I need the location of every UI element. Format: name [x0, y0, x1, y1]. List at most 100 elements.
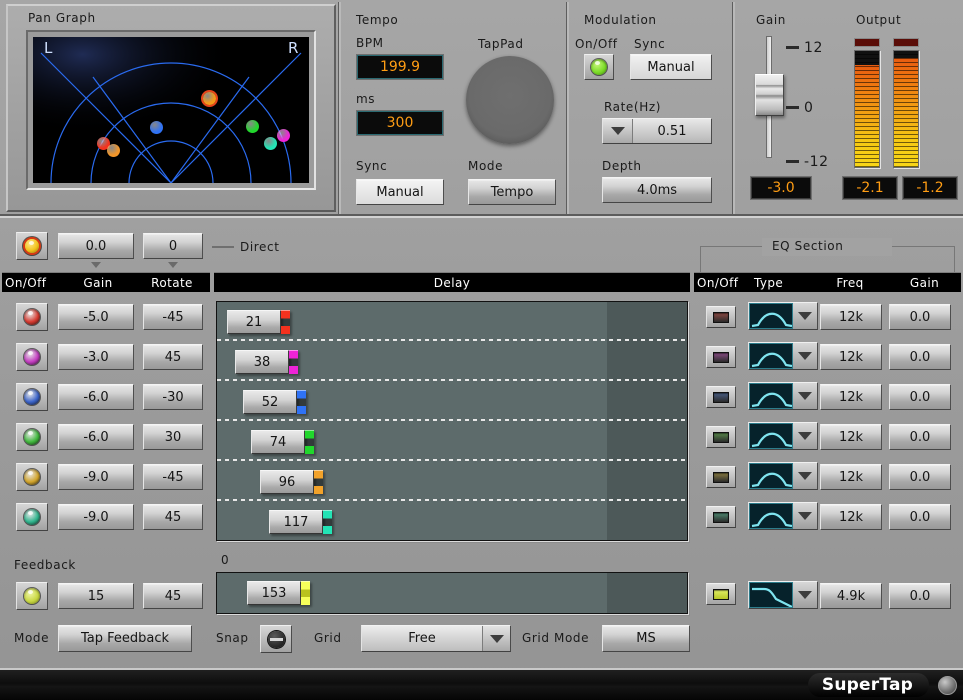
tap-5-eq-freq[interactable]: 12k: [820, 464, 882, 490]
tap-4-eq-freq[interactable]: 12k: [820, 424, 882, 450]
tap-1-onoff-button[interactable]: [16, 303, 48, 331]
feedback-eq-gain[interactable]: 0.0: [889, 583, 951, 609]
tap-6-eq-onoff[interactable]: [706, 506, 736, 528]
grid-dropdown[interactable]: Free: [361, 625, 511, 652]
pan-graph-display[interactable]: L R: [33, 37, 309, 183]
tap-2-eq-freq[interactable]: 12k: [820, 344, 882, 370]
tap-5-eq-dropdown-arrow[interactable]: [793, 463, 817, 489]
tap-3-eq-dropdown-arrow[interactable]: [793, 383, 817, 409]
delay-tap-1[interactable]: 21: [227, 310, 290, 334]
snap-button[interactable]: [260, 625, 292, 653]
gain-fader-handle[interactable]: [755, 74, 784, 116]
tap-1-eq-freq[interactable]: 12k: [820, 304, 882, 330]
pan-dot-tap-4[interactable]: [246, 120, 259, 133]
modulation-sync-button[interactable]: Manual: [630, 54, 712, 80]
tap-1-rotate[interactable]: -45: [143, 304, 203, 330]
feedback-tap[interactable]: 153: [247, 581, 310, 605]
tap-3-gain[interactable]: -6.0: [58, 384, 134, 410]
tap-2-onoff-button[interactable]: [16, 343, 48, 371]
tap-6-gain[interactable]: -9.0: [58, 504, 134, 530]
grid-value[interactable]: Free: [362, 626, 482, 651]
delay-tap-6[interactable]: 117: [269, 510, 332, 534]
modulation-rate-dropdown-arrow[interactable]: [603, 119, 633, 143]
tap-6-eq-type[interactable]: [748, 502, 818, 530]
tap-3-onoff-button[interactable]: [16, 383, 48, 411]
gain-value[interactable]: -3.0: [750, 176, 812, 200]
tappad-knob[interactable]: [466, 56, 554, 144]
pan-dot-tap-3[interactable]: [150, 121, 163, 134]
tap-1-eq-onoff[interactable]: [706, 306, 736, 328]
delay-tap-2-value[interactable]: 38: [235, 350, 289, 374]
tap-3-eq-gain[interactable]: 0.0: [889, 384, 951, 410]
feedback-tap-value[interactable]: 153: [247, 581, 301, 605]
direct-rotate-value[interactable]: 0: [143, 233, 203, 259]
tap-4-gain[interactable]: -6.0: [58, 424, 134, 450]
pan-dot-direct[interactable]: [203, 92, 216, 105]
tap-2-eq-onoff[interactable]: [706, 346, 736, 368]
feedback-onoff-button[interactable]: [16, 582, 48, 610]
tap-6-onoff-button[interactable]: [16, 503, 48, 531]
feedback-eq-dropdown-arrow[interactable]: [793, 582, 817, 608]
feedback-lane[interactable]: 153: [216, 572, 688, 614]
direct-gain-value[interactable]: 0.0: [58, 233, 134, 259]
delay-tap-6-value[interactable]: 117: [269, 510, 323, 534]
output-left-value[interactable]: -2.1: [842, 176, 898, 200]
modulation-depth-value[interactable]: 4.0ms: [602, 177, 712, 203]
bpm-value[interactable]: 199.9: [356, 54, 444, 80]
feedback-mode-button[interactable]: Tap Feedback: [58, 625, 192, 652]
feedback-rotate-value[interactable]: 45: [143, 583, 203, 609]
tap-3-eq-type[interactable]: [748, 382, 818, 410]
direct-onoff-button[interactable]: [16, 232, 48, 260]
feedback-gain-value[interactable]: 15: [58, 583, 134, 609]
delay-tap-5[interactable]: 96: [260, 470, 323, 494]
modulation-onoff-button[interactable]: [584, 54, 614, 80]
tap-2-eq-gain[interactable]: 0.0: [889, 344, 951, 370]
delay-tap-4-value[interactable]: 74: [251, 430, 305, 454]
tap-6-eq-gain[interactable]: 0.0: [889, 504, 951, 530]
tap-4-eq-type[interactable]: [748, 422, 818, 450]
tap-5-gain[interactable]: -9.0: [58, 464, 134, 490]
pan-dot-tap-5[interactable]: [107, 144, 120, 157]
delay-lane[interactable]: 21 38 52 74 96 117: [216, 301, 688, 541]
feedback-eq-type[interactable]: [748, 581, 818, 609]
gridmode-button[interactable]: MS: [602, 625, 690, 652]
tap-4-onoff-button[interactable]: [16, 423, 48, 451]
tempo-sync-button[interactable]: Manual: [356, 179, 444, 205]
tap-6-rotate[interactable]: 45: [143, 504, 203, 530]
ms-value[interactable]: 300: [356, 110, 444, 136]
delay-tap-5-value[interactable]: 96: [260, 470, 314, 494]
pan-dot-tap-6[interactable]: [264, 137, 277, 150]
tap-1-eq-type[interactable]: [748, 302, 818, 330]
tap-6-eq-freq[interactable]: 12k: [820, 504, 882, 530]
feedback-eq-freq[interactable]: 4.9k: [820, 583, 882, 609]
tap-5-onoff-button[interactable]: [16, 463, 48, 491]
delay-tap-2[interactable]: 38: [235, 350, 298, 374]
tap-1-eq-gain[interactable]: 0.0: [889, 304, 951, 330]
output-right-value[interactable]: -1.2: [902, 176, 958, 200]
feedback-eq-onoff[interactable]: [706, 583, 736, 605]
tap-3-eq-onoff[interactable]: [706, 386, 736, 408]
tap-4-eq-dropdown-arrow[interactable]: [793, 423, 817, 449]
modulation-rate-control[interactable]: 0.51: [602, 118, 712, 144]
tap-4-eq-onoff[interactable]: [706, 426, 736, 448]
tap-4-rotate[interactable]: 30: [143, 424, 203, 450]
tempo-mode-button[interactable]: Tempo: [468, 179, 556, 205]
tap-2-gain[interactable]: -3.0: [58, 344, 134, 370]
tap-5-eq-onoff[interactable]: [706, 466, 736, 488]
tap-5-eq-type[interactable]: [748, 462, 818, 490]
tap-3-eq-freq[interactable]: 12k: [820, 384, 882, 410]
tap-2-eq-type[interactable]: [748, 342, 818, 370]
tap-2-rotate[interactable]: 45: [143, 344, 203, 370]
tap-3-rotate[interactable]: -30: [143, 384, 203, 410]
tap-2-eq-dropdown-arrow[interactable]: [793, 343, 817, 369]
delay-tap-3-value[interactable]: 52: [243, 390, 297, 414]
tap-4-eq-gain[interactable]: 0.0: [889, 424, 951, 450]
plugin-logo-icon[interactable]: [938, 676, 957, 695]
tap-6-eq-dropdown-arrow[interactable]: [793, 503, 817, 529]
delay-tap-4[interactable]: 74: [251, 430, 314, 454]
modulation-rate-value[interactable]: 0.51: [633, 119, 711, 143]
tap-5-rotate[interactable]: -45: [143, 464, 203, 490]
delay-tap-1-value[interactable]: 21: [227, 310, 281, 334]
pan-dot-tap-2[interactable]: [277, 129, 290, 142]
grid-dropdown-arrow[interactable]: [482, 626, 510, 651]
